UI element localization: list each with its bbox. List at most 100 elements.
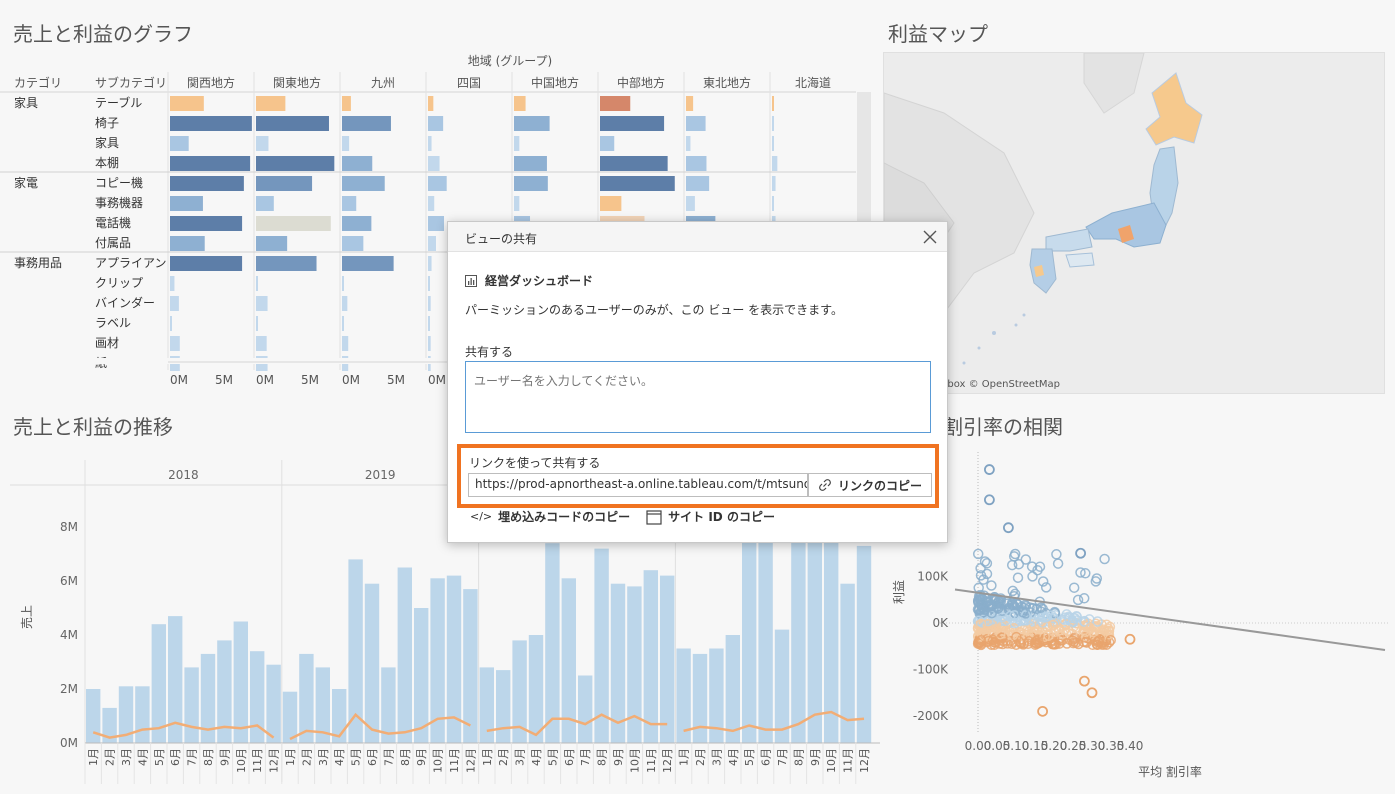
crosstab-bar[interactable]	[256, 156, 335, 171]
scatter-point[interactable]	[1078, 593, 1090, 604]
crosstab-bar[interactable]	[600, 176, 675, 191]
crosstab-bar[interactable]	[686, 156, 707, 171]
crosstab-bar[interactable]	[514, 196, 520, 211]
crosstab-bar[interactable]	[256, 216, 331, 231]
scatter-point[interactable]	[984, 494, 995, 506]
crosstab-bar[interactable]	[170, 176, 244, 191]
scatter-point[interactable]	[1002, 522, 1014, 534]
sales-bar[interactable]	[266, 664, 281, 743]
scatter-point[interactable]	[1051, 549, 1062, 560]
sales-bar[interactable]	[774, 629, 790, 743]
link-url-field[interactable]: https://prod-apnortheast-a.online.tablea…	[468, 473, 808, 497]
crosstab-bar[interactable]	[342, 276, 344, 291]
copy-site-id-button[interactable]: サイト ID のコピー	[646, 508, 775, 525]
crosstab-bar[interactable]	[170, 156, 251, 171]
crosstab-bar[interactable]	[256, 336, 267, 351]
crosstab-bar[interactable]	[170, 136, 189, 151]
crosstab-bar[interactable]	[256, 316, 258, 331]
crosstab-bar[interactable]	[772, 136, 774, 151]
scatter-point[interactable]	[1099, 553, 1110, 565]
crosstab-bar[interactable]	[600, 116, 665, 131]
crosstab-bar[interactable]	[772, 176, 776, 191]
profit-map[interactable]: pbox © OpenStreetMap	[883, 52, 1385, 394]
japan-map[interactable]	[884, 53, 1385, 394]
sales-bar[interactable]	[496, 670, 511, 743]
crosstab-bar[interactable]	[600, 96, 631, 111]
scatter-chart[interactable]: 利益100K0K-100K-200K0.000.050.100.150.200.…	[880, 442, 1395, 794]
crosstab-bar[interactable]	[514, 156, 547, 171]
scatter-point[interactable]	[1078, 675, 1090, 687]
crosstab-bar[interactable]	[514, 116, 550, 131]
scatter-point[interactable]	[1052, 558, 1064, 569]
sales-bar[interactable]	[299, 653, 314, 743]
crosstab-bar[interactable]	[342, 196, 357, 211]
crosstab-bar[interactable]	[428, 236, 437, 251]
crosstab-bar[interactable]	[256, 236, 288, 251]
sales-bar[interactable]	[725, 635, 740, 743]
crosstab-bar[interactable]	[428, 176, 447, 191]
crosstab-bar[interactable]	[256, 96, 286, 111]
sales-bar[interactable]	[578, 675, 593, 744]
sales-bar[interactable]	[463, 589, 478, 743]
scatter-point[interactable]	[986, 580, 997, 591]
crosstab-bar[interactable]	[256, 176, 313, 191]
scatter-point[interactable]	[1037, 705, 1049, 717]
scatter-point[interactable]	[1006, 559, 1018, 571]
crosstab-bar[interactable]	[600, 136, 615, 151]
crosstab-bar[interactable]	[514, 96, 526, 111]
crosstab-bar[interactable]	[772, 96, 774, 111]
copy-link-button[interactable]: リンクのコピー	[808, 473, 932, 497]
crosstab-bar[interactable]	[514, 136, 520, 151]
crosstab-bar[interactable]	[342, 216, 372, 231]
crosstab-bar[interactable]	[686, 96, 694, 111]
sales-bar[interactable]	[528, 635, 544, 743]
crosstab-bar[interactable]	[170, 296, 179, 311]
crosstab-bar[interactable]	[256, 196, 274, 211]
crosstab-bar[interactable]	[772, 196, 774, 211]
crosstab-bar[interactable]	[342, 316, 344, 331]
crosstab-bar[interactable]	[170, 276, 175, 291]
crosstab-bar[interactable]	[256, 296, 268, 311]
crosstab-bar[interactable]	[686, 136, 691, 151]
sales-bar[interactable]	[692, 653, 708, 743]
crosstab-bar[interactable]	[342, 116, 391, 131]
crosstab-bar[interactable]	[600, 196, 622, 211]
sales-bar[interactable]	[414, 608, 429, 743]
crosstab-bar[interactable]	[170, 96, 204, 111]
crosstab-bar[interactable]	[170, 256, 243, 271]
scatter-point[interactable]	[1012, 572, 1024, 583]
crosstab-bar[interactable]	[342, 336, 349, 351]
crosstab-bar[interactable]	[428, 136, 432, 151]
crosstab-bar[interactable]	[428, 316, 430, 331]
scatter-point[interactable]	[984, 464, 995, 475]
crosstab-bar[interactable]	[342, 176, 385, 191]
sales-bar[interactable]	[135, 686, 150, 743]
crosstab-bar[interactable]	[428, 196, 435, 211]
crosstab-bar[interactable]	[170, 316, 172, 331]
close-icon[interactable]	[921, 228, 939, 246]
scatter-point[interactable]	[1072, 594, 1084, 606]
crosstab-bar[interactable]	[170, 196, 203, 211]
sales-bar[interactable]	[479, 667, 494, 743]
crosstab-bar[interactable]	[686, 116, 706, 131]
sales-bar[interactable]	[758, 537, 773, 743]
sales-bar[interactable]	[233, 621, 248, 744]
crosstab-bar[interactable]	[342, 256, 394, 271]
crosstab-bar[interactable]	[428, 116, 444, 131]
crosstab-bar[interactable]	[170, 236, 205, 251]
sales-bar[interactable]	[397, 567, 412, 744]
copy-embed-code-button[interactable]: </> 埋め込みコードのコピー	[470, 508, 630, 525]
crosstab-bar[interactable]	[342, 236, 364, 251]
crosstab-bar[interactable]	[514, 176, 548, 191]
crosstab-bar[interactable]	[428, 256, 432, 271]
crosstab-bar[interactable]	[256, 276, 258, 291]
sales-bar[interactable]	[742, 529, 757, 743]
crosstab-bar[interactable]	[170, 116, 252, 131]
crosstab-bar[interactable]	[342, 136, 350, 151]
crosstab-bar[interactable]	[428, 296, 431, 311]
crosstab-bar[interactable]	[170, 336, 180, 351]
crosstab-bar[interactable]	[428, 216, 445, 231]
crosstab-bar[interactable]	[772, 116, 774, 131]
crosstab-bar[interactable]	[428, 336, 431, 351]
sales-bar[interactable]	[856, 545, 872, 743]
